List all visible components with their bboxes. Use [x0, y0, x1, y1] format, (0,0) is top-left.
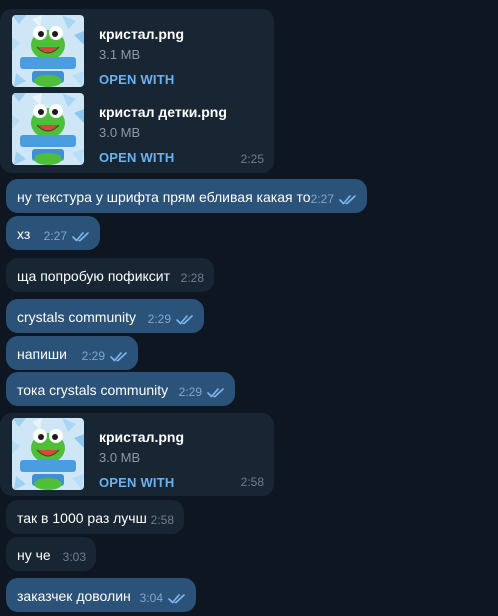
message-text: crystals community — [17, 309, 137, 325]
file-attachment[interactable]: кристал детки.png 3.0 MB OPEN WITH — [12, 93, 272, 165]
message-text: хз — [17, 226, 31, 242]
file-name: кристал.png — [99, 429, 185, 445]
open-with-button[interactable]: OPEN WITH — [99, 149, 174, 167]
image-thumbnail[interactable] — [12, 93, 84, 165]
message-meta: 2:28 — [181, 271, 204, 285]
message-time: 2:28 — [180, 271, 204, 285]
message-bubble[interactable]: crystals community 2:29 — [6, 299, 204, 333]
read-checkmarks-icon — [168, 593, 186, 604]
read-checkmarks-icon — [339, 194, 357, 205]
file-size: 3.1 MB — [99, 47, 141, 62]
message-meta: 2:27 — [44, 229, 90, 243]
file-size: 3.0 MB — [99, 125, 141, 140]
message-meta: 2:58 — [151, 513, 174, 527]
message-time: 3:04 — [139, 591, 163, 605]
message-time: 2:27 — [43, 229, 67, 243]
message-text: ща попробую пофиксит — [17, 268, 171, 284]
message-meta: 2:29 — [148, 312, 194, 326]
open-with-button[interactable]: OPEN WITH — [99, 474, 174, 492]
message-text: так в 1000 раз лучш — [17, 510, 147, 526]
read-checkmarks-icon — [207, 387, 225, 398]
message-meta: 2:25 — [241, 152, 264, 166]
message-bubble[interactable]: хз 2:27 — [6, 216, 100, 250]
message-meta: 3:03 — [63, 550, 86, 564]
message-bubble[interactable]: так в 1000 раз лучш 2:58 — [6, 500, 184, 534]
message-time: 2:58 — [240, 475, 264, 489]
frog-image-icon — [12, 15, 84, 87]
message-time: 3:03 — [62, 550, 86, 564]
message-meta: 3:04 — [140, 591, 186, 605]
message-time: 2:29 — [178, 385, 202, 399]
message-text: заказчек доволин — [17, 588, 131, 604]
read-checkmarks-icon — [176, 314, 194, 325]
open-with-button[interactable]: OPEN WITH — [99, 71, 174, 89]
read-checkmarks-icon — [72, 231, 90, 242]
message-text: ну текстура у шрифта прям ебливая какая … — [17, 189, 311, 205]
message-time: 2:25 — [240, 152, 264, 166]
file-name: кристал.png — [99, 26, 185, 42]
message-text: тока crystals community — [17, 382, 169, 398]
file-size: 3.0 MB — [99, 450, 141, 465]
message-text: напиши — [17, 346, 67, 362]
chat-history: кристал.png 3.1 MB OPEN WITH кристал дет… — [0, 0, 498, 616]
read-checkmarks-icon — [110, 351, 128, 362]
message-meta: 2:27 — [311, 192, 357, 206]
message-time: 2:58 — [150, 513, 174, 527]
message-text: ну че — [17, 547, 51, 563]
frog-image-icon — [12, 418, 84, 490]
file-attachment[interactable]: кристал.png 3.1 MB OPEN WITH — [12, 15, 272, 87]
message-time: 2:29 — [147, 312, 171, 326]
message-bubble[interactable]: заказчек доволин 3:04 — [6, 578, 196, 612]
file-message-group: кристал.png 3.0 MB OPEN WITH 2:58 — [0, 413, 274, 496]
message-bubble[interactable]: тока crystals community 2:29 — [6, 372, 235, 406]
file-name: кристал детки.png — [99, 104, 227, 120]
message-bubble[interactable]: напиши 2:29 — [6, 336, 138, 370]
message-bubble[interactable]: ну че 3:03 — [6, 537, 96, 571]
message-meta: 2:29 — [82, 349, 128, 363]
message-time: 2:27 — [310, 192, 334, 206]
image-thumbnail[interactable] — [12, 15, 84, 87]
frog-image-icon — [12, 93, 84, 165]
message-bubble[interactable]: ну текстура у шрифта прям ебливая какая … — [6, 179, 367, 213]
message-bubble[interactable]: ща попробую пофиксит 2:28 — [6, 258, 214, 292]
file-message-group: кристал.png 3.1 MB OPEN WITH кристал дет… — [0, 9, 274, 173]
message-meta: 2:29 — [179, 385, 225, 399]
file-attachment[interactable]: кристал.png 3.0 MB OPEN WITH — [12, 418, 272, 490]
message-time: 2:29 — [81, 349, 105, 363]
message-meta: 2:58 — [241, 475, 264, 489]
image-thumbnail[interactable] — [12, 418, 84, 490]
